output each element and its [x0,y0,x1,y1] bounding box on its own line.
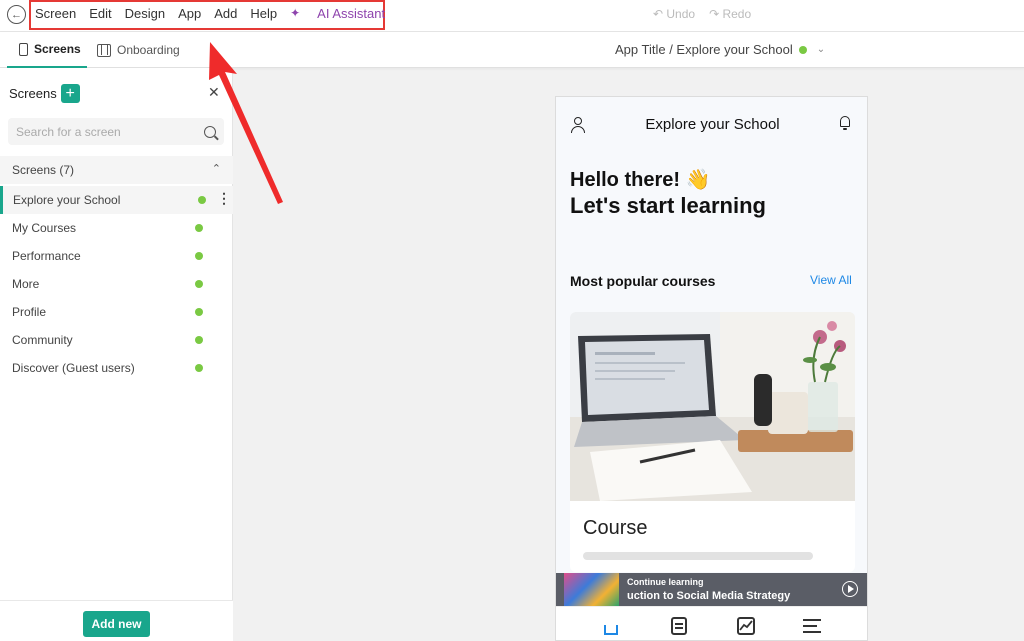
chevron-up-icon: ⌃ [211,163,221,175]
popular-courses-heading: Most popular courses [570,273,716,289]
tab-onboarding[interactable]: Onboarding [97,32,180,68]
sidebar-item-label: Performance [12,249,81,263]
bottom-nav [556,606,867,640]
app-title-selector[interactable]: App Title / Explore your School ⌄ [615,42,825,57]
chevron-down-icon: ⌄ [816,44,826,55]
menu-ai-assistant[interactable]: ✦ AI Assistant [290,6,398,21]
status-dot [798,45,807,54]
back-arrow-icon[interactable]: ← [7,5,26,24]
onboarding-icon [97,43,111,57]
status-dot [195,308,203,316]
bell-icon[interactable] [838,115,852,131]
sidebar-item-explore-your-school[interactable]: Explore your School ⋮ [0,186,233,214]
view-all-link[interactable]: View All [810,273,852,287]
more-options-icon[interactable]: ⋮ [217,191,231,205]
start-learning-heading: Let's start learning [570,193,766,218]
phone-header: Explore your School [556,97,867,151]
status-dot [195,364,203,372]
play-icon[interactable] [842,581,858,597]
sidebar-item-label: Profile [12,305,47,319]
ai-assistant-label: AI Assistant [317,6,386,21]
sidebar-item-label: More [12,277,40,291]
screens-sidebar: Screens + ✕ Screens (7) ⌃ Explore your S… [0,68,233,641]
sidebar-item-profile[interactable]: Profile [0,298,233,326]
screens-group-label: Screens (7) [12,163,75,177]
mini-player[interactable]: Continue learning uction to Social Media… [556,573,867,606]
player-label: Continue learning [627,577,704,587]
phone-icon [19,42,28,56]
sidebar-item-label: Discover (Guest users) [12,361,135,375]
document-icon[interactable] [669,617,689,635]
hello-heading: Hello there! 👋 [570,169,711,191]
chart-icon[interactable] [736,617,756,635]
status-dot [195,336,203,344]
screens-list: Explore your School ⋮ My Courses Perform… [0,186,233,382]
course-title: Course [583,517,648,539]
main-menu: Screen Edit Design App Add Help ✦ AI Ass… [35,6,411,21]
phone-preview: Explore your School Hello there! 👋 Let's… [555,96,868,641]
sidebar-item-my-courses[interactable]: My Courses [0,214,233,242]
add-new-button[interactable]: Add new [83,611,150,637]
undo-button[interactable]: ↶ Undo [653,7,695,21]
search-input[interactable] [16,124,196,139]
top-menubar: ← Screen Edit Design App Add Help ✦ AI A… [0,0,1024,32]
search-icon[interactable] [204,125,216,138]
home-icon[interactable] [601,617,621,635]
sidebar-item-label: My Courses [12,221,77,235]
undo-redo-group: ↶ Undo ↷ Redo [653,7,751,21]
course-progress-placeholder [583,552,813,560]
menu-app[interactable]: App [178,6,201,21]
sidebar-item-performance[interactable]: Performance [0,242,233,270]
sidebar-item-discover[interactable]: Discover (Guest users) [0,354,233,382]
app-title-text: App Title / Explore your School [615,42,793,57]
menu-icon[interactable] [803,617,823,635]
search-box [8,118,224,145]
phone-title: Explore your School [645,116,780,133]
course-image [570,312,855,501]
menu-add[interactable]: Add [214,6,237,21]
tab-screens-label: Screens [34,42,81,56]
redo-button[interactable]: ↷ Redo [709,7,751,21]
course-card[interactable]: Course [570,312,855,572]
tab-screens[interactable]: Screens [7,32,87,68]
menu-edit[interactable]: Edit [89,6,111,21]
add-screen-button[interactable]: + [60,84,80,103]
screens-group-header[interactable]: Screens (7) ⌃ [0,156,233,184]
sidebar-footer: Add new [0,600,233,641]
player-track-title: uction to Social Media Strategy [627,590,791,602]
player-thumbnail [564,573,619,606]
sidebar-item-community[interactable]: Community [0,326,233,354]
close-icon[interactable]: ✕ [208,84,220,101]
status-dot [198,196,206,204]
sidebar-title: Screens [9,86,57,101]
sidebar-item-label: Community [12,333,73,347]
menu-help[interactable]: Help [250,6,277,21]
tab-bar: Screens Onboarding App Title / Explore y… [0,32,1024,68]
menu-design[interactable]: Design [125,6,165,21]
menu-screen[interactable]: Screen [35,6,76,21]
sidebar-item-more[interactable]: More [0,270,233,298]
sparkle-icon: ✦ [290,6,301,20]
status-dot [195,252,203,260]
tab-onboarding-label: Onboarding [117,43,180,57]
sidebar-header: Screens + [9,84,80,103]
status-dot [195,224,203,232]
status-dot [195,280,203,288]
sidebar-item-label: Explore your School [13,193,121,207]
